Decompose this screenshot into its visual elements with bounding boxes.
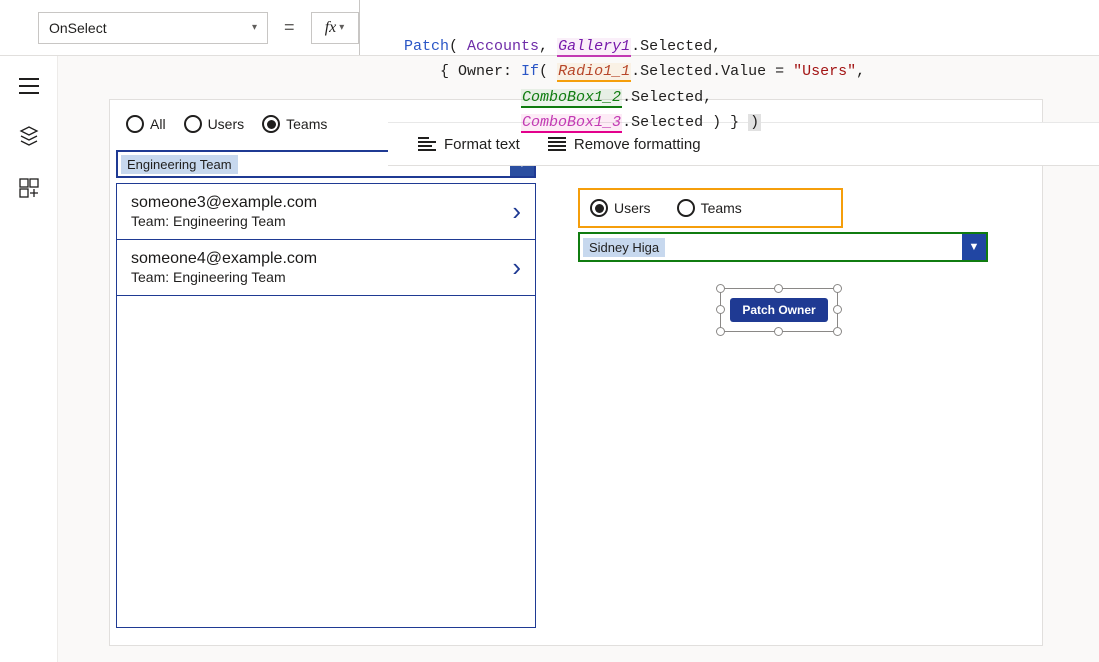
list-item-title: someone4@example.com xyxy=(131,250,512,268)
user-dropdown-value: Sidney Higa xyxy=(583,238,665,257)
radio-teams[interactable]: Teams xyxy=(677,199,742,217)
list-item-title: someone3@example.com xyxy=(131,194,512,212)
fx-dropdown[interactable]: fx ▾ xyxy=(311,12,359,44)
radio-icon xyxy=(184,115,202,133)
radio-icon xyxy=(590,199,608,217)
resize-handle[interactable] xyxy=(774,327,783,336)
radio-users[interactable]: Users xyxy=(590,199,651,217)
resize-handle[interactable] xyxy=(774,284,783,293)
list-item-subtitle: Team: Engineering Team xyxy=(131,213,512,229)
format-text-button[interactable]: Format text xyxy=(418,136,520,153)
format-text-icon xyxy=(418,137,436,151)
radio-icon xyxy=(262,115,280,133)
resize-handle[interactable] xyxy=(716,327,725,336)
tree-view-icon[interactable] xyxy=(19,126,39,146)
remove-formatting-icon xyxy=(548,137,566,151)
resize-handle[interactable] xyxy=(833,327,842,336)
patch-owner-label: Patch Owner xyxy=(742,303,815,317)
patch-owner-button[interactable]: Patch Owner xyxy=(730,298,828,322)
property-name: OnSelect xyxy=(49,20,107,36)
team-dropdown-value: Engineering Team xyxy=(121,155,238,174)
list-item[interactable]: someone3@example.com Team: Engineering T… xyxy=(117,184,535,240)
remove-formatting-button[interactable]: Remove formatting xyxy=(548,136,701,153)
list-item-subtitle: Team: Engineering Team xyxy=(131,269,512,285)
insert-icon[interactable] xyxy=(19,178,39,198)
remove-formatting-label: Remove formatting xyxy=(574,136,701,153)
list-item[interactable]: someone4@example.com Team: Engineering T… xyxy=(117,240,535,296)
resize-handle[interactable] xyxy=(833,305,842,314)
format-text-label: Format text xyxy=(444,136,520,153)
radio-users[interactable]: Users xyxy=(184,115,245,133)
user-dropdown[interactable]: Sidney Higa ▼ xyxy=(578,232,988,262)
resize-handle[interactable] xyxy=(833,284,842,293)
filter-radio-group[interactable]: All Users Teams xyxy=(126,115,327,133)
formula-text[interactable]: Patch( Accounts, Gallery1.Selected, { Ow… xyxy=(404,8,865,136)
chevron-right-icon[interactable]: › xyxy=(512,252,521,283)
radio-icon xyxy=(126,115,144,133)
menu-icon[interactable] xyxy=(19,78,39,94)
equals-sign: = xyxy=(284,17,295,38)
chevron-right-icon[interactable]: › xyxy=(512,196,521,227)
resize-handle[interactable] xyxy=(716,305,725,314)
owner-type-radio-group[interactable]: Users Teams xyxy=(578,188,843,228)
radio-all[interactable]: All xyxy=(126,115,166,133)
chevron-down-icon: ▾ xyxy=(339,22,344,33)
resize-handle[interactable] xyxy=(716,284,725,293)
radio-teams[interactable]: Teams xyxy=(262,115,327,133)
gallery[interactable]: someone3@example.com Team: Engineering T… xyxy=(116,183,536,628)
chevron-down-icon: ▾ xyxy=(252,22,257,33)
left-rail xyxy=(0,56,58,662)
fx-icon: fx xyxy=(325,19,337,37)
property-dropdown[interactable]: OnSelect ▾ xyxy=(38,12,268,44)
radio-icon xyxy=(677,199,695,217)
chevron-down-icon: ▼ xyxy=(962,234,986,260)
